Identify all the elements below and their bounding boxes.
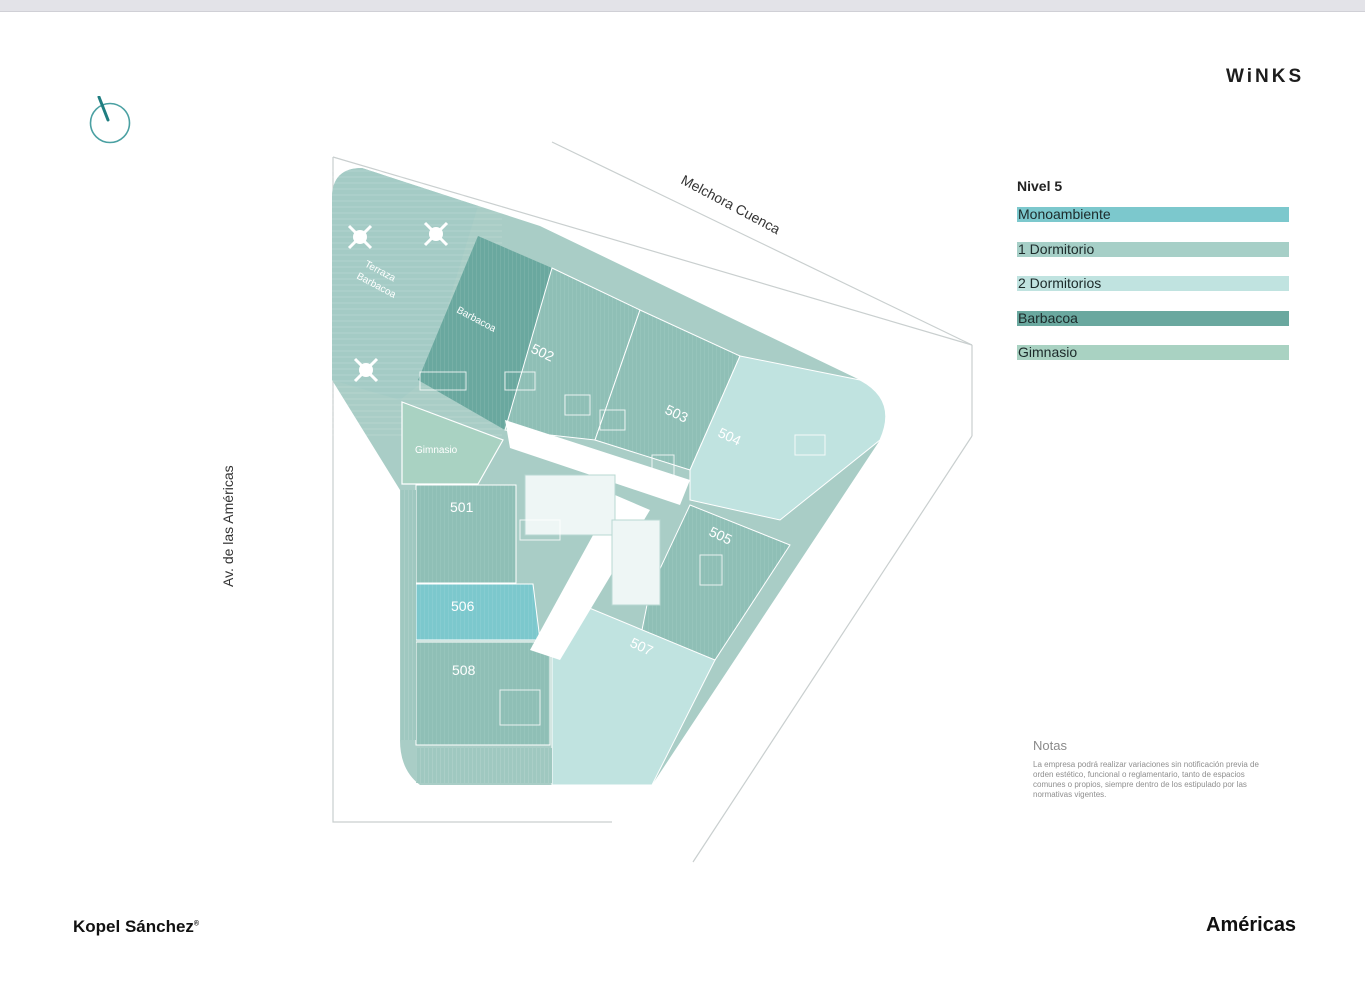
legend-item-1-dormitorio: 1 Dormitorio <box>1017 241 1289 257</box>
street-left-label: Av. de las Américas <box>220 465 236 587</box>
unit-label-506: 506 <box>451 598 475 614</box>
legend-item-barbacoa: Barbacoa <box>1017 310 1289 326</box>
floor-plan: Melchora Cuenca Av. de las Américas Terr… <box>220 141 973 863</box>
notes: Notas La empresa podrá realizar variacio… <box>1033 738 1273 800</box>
notes-body: La empresa podrá realizar variaciones si… <box>1033 760 1259 799</box>
legend-item-2-dormitorios: 2 Dormitorios <box>1017 276 1289 291</box>
americas-logo: Américas <box>1206 914 1297 936</box>
gimnasio-label: Gimnasio <box>415 445 458 456</box>
legend: Nivel 5 Monoambiente 1 Dormitorio 2 Dorm… <box>1017 178 1289 380</box>
legend-item-gimnasio: Gimnasio <box>1017 345 1289 360</box>
unit-label-501: 501 <box>450 499 474 515</box>
legend-title: Nivel 5 <box>1017 178 1063 194</box>
legend-item-monoambiente: Monoambiente <box>1017 207 1289 222</box>
notes-title: Notas <box>1033 738 1067 753</box>
kopel-sanchez-logo: Kopel Sánchez® <box>73 917 200 936</box>
unit-label-508: 508 <box>452 662 476 678</box>
street-top-label: Melchora Cuenca <box>679 172 784 238</box>
